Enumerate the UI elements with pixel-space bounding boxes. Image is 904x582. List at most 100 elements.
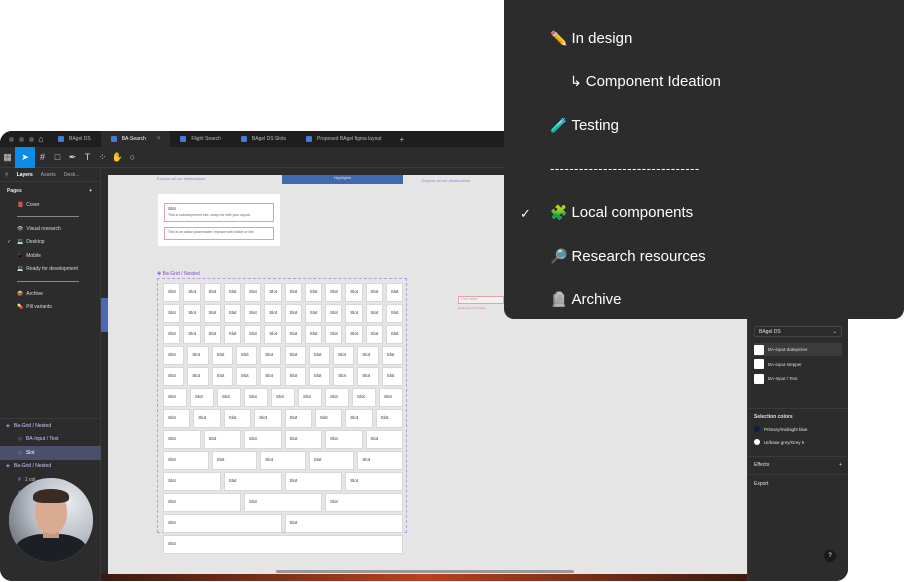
slot-cell[interactable]: Slot: [284, 514, 403, 533]
slot-cell[interactable]: Slot: [308, 367, 331, 386]
slot-cell[interactable]: Slot: [298, 388, 322, 407]
layer-row[interactable]: ◈ Ba-Grid / Nested: [0, 419, 101, 433]
slot-cell[interactable]: Slot: [244, 304, 262, 323]
slot-cell[interactable]: Slot: [325, 493, 403, 512]
layer-row[interactable]: ◈ Ba-Grid / Nested: [0, 460, 101, 474]
slot-cell[interactable]: Slot: [264, 304, 282, 323]
tab-file[interactable]: Flight Search: [170, 131, 230, 147]
slot-cell[interactable]: Slot: [385, 304, 403, 323]
slot-cell[interactable]: Slot: [345, 325, 363, 344]
move-icon[interactable]: ➤: [15, 146, 35, 168]
tab-file[interactable]: BA-Search ×: [100, 131, 171, 147]
add-page-plus-icon[interactable]: +: [89, 188, 92, 194]
help-button[interactable]: ?: [824, 550, 836, 562]
slot-cell[interactable]: Slot: [254, 409, 282, 428]
minimize-dot-icon[interactable]: [19, 136, 24, 142]
slot-cell[interactable]: Slot: [187, 346, 209, 365]
slot-cell[interactable]: Slot: [217, 388, 241, 407]
ghost-text-input[interactable]: First name: [458, 296, 504, 304]
slot-cell[interactable]: Slot: [260, 367, 282, 386]
nested-grid-frame[interactable]: Slot Slot Slot Slot Slot Slot Slot Slot Slot Slot…: [157, 278, 407, 554]
text-icon[interactable]: T: [80, 147, 95, 168]
slot-cell[interactable]: Slot: [284, 430, 322, 449]
slot-cell[interactable]: Slot: [271, 388, 295, 407]
slot-cell[interactable]: Slot: [365, 304, 383, 323]
slot-cell[interactable]: Slot: [345, 472, 403, 491]
frame-label[interactable]: ✥ Ba-Grid / Nested: [157, 271, 200, 277]
slot-cell[interactable]: Slot: [235, 367, 258, 386]
export-label[interactable]: Export: [754, 481, 768, 487]
slot-cell[interactable]: Slot: [260, 346, 282, 365]
color-swatch[interactable]: [754, 426, 760, 432]
close-dot-icon[interactable]: [9, 136, 14, 142]
slot-cell[interactable]: Slot: [304, 283, 322, 302]
slot-cell[interactable]: Slot: [211, 451, 258, 470]
tab-file[interactable]: BAgel DS Slots: [231, 131, 296, 147]
slot-cell[interactable]: Slot: [163, 388, 187, 407]
slot-cell[interactable]: Slot: [244, 493, 322, 512]
slot-cell[interactable]: Slot: [284, 346, 306, 365]
slot-cell[interactable]: Slot: [333, 346, 355, 365]
slot-card[interactable]: Slot This is subcomponent slot, swap me …: [158, 194, 280, 246]
slot-cell[interactable]: Slot: [235, 346, 258, 365]
slot-cell[interactable]: Slot: [284, 367, 306, 386]
home-icon[interactable]: ⌂: [34, 134, 48, 144]
menu-item-4[interactable]: 🧩 Local components: [550, 204, 693, 221]
page-item[interactable]: 📕 Cover: [0, 198, 100, 211]
horizontal-scrollbar[interactable]: [276, 570, 574, 573]
close-tab-icon[interactable]: ×: [157, 136, 161, 142]
slot-cell[interactable]: Slot: [183, 304, 201, 323]
slot-cell[interactable]: Slot: [365, 430, 403, 449]
slot-cell[interactable]: Slot: [163, 451, 209, 470]
slot-cell[interactable]: Slot: [284, 409, 312, 428]
menu-item-2[interactable]: ↳ Component Ideation: [570, 73, 721, 90]
slot-cell[interactable]: Slot: [244, 388, 268, 407]
slot-cell[interactable]: Slot: [183, 325, 201, 344]
slot-cell[interactable]: Slot: [183, 283, 201, 302]
slot-cell[interactable]: Slot: [223, 304, 241, 323]
library-select[interactable]: BAgel DS ⌄: [754, 326, 842, 337]
effects-row[interactable]: Effects +: [754, 462, 842, 468]
slot-cell[interactable]: Slot: [244, 283, 262, 302]
menu-item-5[interactable]: 🔎 Research resources: [550, 248, 706, 265]
window-controls[interactable]: [0, 136, 34, 142]
slot-cell[interactable]: Slot: [365, 283, 383, 302]
components-icon[interactable]: ⁘: [95, 147, 110, 168]
slot-cell[interactable]: Slot: [314, 409, 343, 428]
explore-link-left[interactable]: Explore all our destinations: [157, 176, 205, 181]
slot-cell[interactable]: Slot: [352, 388, 376, 407]
slot-cell[interactable]: Slot: [333, 367, 355, 386]
slot-cell[interactable]: Slot: [357, 346, 379, 365]
tab-assets[interactable]: Assets: [41, 172, 56, 178]
shape-icon[interactable]: □: [50, 147, 65, 168]
page-item[interactable]: 📦 Archive: [0, 287, 100, 300]
tab-file[interactable]: Proposed BAgel figma layout: [296, 131, 391, 147]
slot-cell[interactable]: Slot: [379, 388, 403, 407]
page-item[interactable]: 💻 Ready for development: [0, 263, 100, 276]
slot-cell[interactable]: Slot: [163, 346, 185, 365]
slot-cell[interactable]: Slot: [163, 535, 403, 554]
slot-cell[interactable]: Slot: [203, 430, 241, 449]
menu-item-3[interactable]: 🧪 Testing: [550, 117, 619, 134]
slot-cell[interactable]: Slot: [304, 304, 322, 323]
slot-cell[interactable]: Slot: [308, 346, 331, 365]
slot-cell[interactable]: Slot: [325, 430, 363, 449]
slot-cell[interactable]: Slot: [385, 325, 403, 344]
slot-cell[interactable]: Slot: [345, 283, 363, 302]
add-effect-plus-icon[interactable]: +: [839, 462, 842, 468]
tab-file[interactable]: BAgel DS: [48, 131, 101, 147]
slot-cell[interactable]: Slot: [211, 346, 233, 365]
page-item[interactable]: 💊 Pill variants: [0, 300, 100, 313]
layer-row[interactable]: ◇Slot: [0, 446, 101, 460]
slot-cell[interactable]: Slot: [163, 472, 221, 491]
slot-cell[interactable]: Slot: [163, 304, 181, 323]
slot-cell[interactable]: Slot: [211, 367, 233, 386]
comment-icon[interactable]: ○: [125, 147, 140, 168]
slot-cell[interactable]: Slot: [357, 367, 379, 386]
library-component-item[interactable]: BA-input-datepicker: [754, 343, 842, 356]
menu-icon[interactable]: ▦: [0, 147, 15, 168]
slot-cell[interactable]: Slot: [308, 451, 355, 470]
slot-cell[interactable]: Slot: [163, 325, 181, 344]
slot-cell[interactable]: Slot: [223, 325, 241, 344]
slot-cell[interactable]: Slot: [193, 409, 221, 428]
